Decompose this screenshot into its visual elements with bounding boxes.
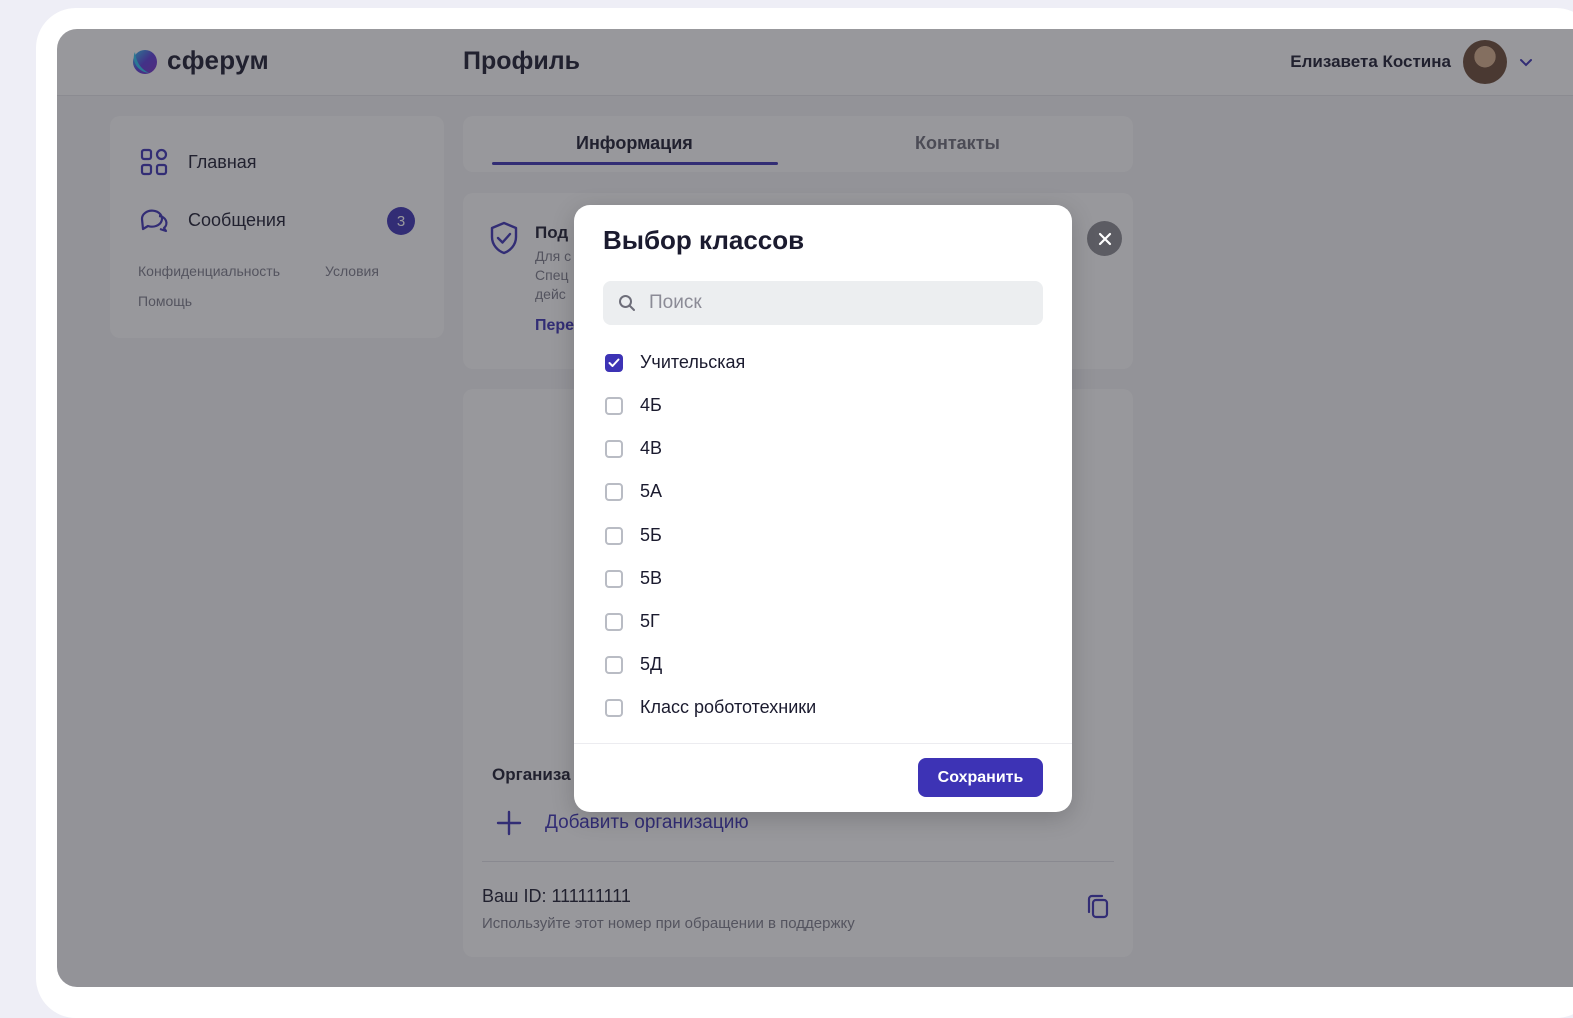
- class-option-label: Класс робототехники: [640, 697, 817, 717]
- class-option[interactable]: 5Г: [605, 611, 660, 632]
- modal-title: Выбор классов: [603, 225, 805, 255]
- class-select-modal: Выбор классов Учительская 4Б 4В 5А 5Б 5В…: [574, 205, 1072, 812]
- search-icon: [619, 295, 635, 311]
- save-button[interactable]: Сохранить: [918, 758, 1043, 797]
- class-option-label: 4Б: [640, 395, 662, 415]
- class-option[interactable]: Учительская: [605, 352, 745, 373]
- class-option[interactable]: 4В: [605, 438, 662, 459]
- checkbox[interactable]: [605, 482, 623, 501]
- class-option[interactable]: 5В: [605, 568, 662, 589]
- checkbox[interactable]: [605, 439, 623, 458]
- modal-footer-divider: [574, 743, 1072, 744]
- class-option-label: Учительская: [640, 352, 746, 372]
- class-option-label: 5А: [640, 481, 663, 501]
- class-option-label: 5В: [640, 568, 663, 588]
- search-box[interactable]: [603, 281, 1043, 325]
- class-option[interactable]: Класс робототехники: [605, 697, 816, 718]
- class-option-label: 5Г: [640, 611, 660, 631]
- class-option-label: 4В: [640, 438, 663, 458]
- check-icon: [608, 358, 620, 367]
- class-option[interactable]: 5Б: [605, 525, 662, 546]
- close-icon: [1098, 232, 1111, 245]
- modal-close-button[interactable]: [1087, 221, 1122, 256]
- checkbox-checked[interactable]: [605, 353, 623, 372]
- class-option[interactable]: 5Д: [605, 654, 662, 675]
- checkbox[interactable]: [605, 612, 623, 631]
- class-option[interactable]: 4Б: [605, 395, 662, 416]
- search-input[interactable]: [647, 291, 1031, 315]
- checkbox[interactable]: [605, 396, 623, 415]
- class-option-label: 5Б: [640, 525, 662, 545]
- checkbox[interactable]: [605, 569, 623, 588]
- class-option-label: 5Д: [640, 654, 663, 674]
- checkbox[interactable]: [605, 655, 623, 674]
- class-option[interactable]: 5А: [605, 481, 662, 502]
- checkbox[interactable]: [605, 698, 623, 717]
- checkbox[interactable]: [605, 526, 623, 545]
